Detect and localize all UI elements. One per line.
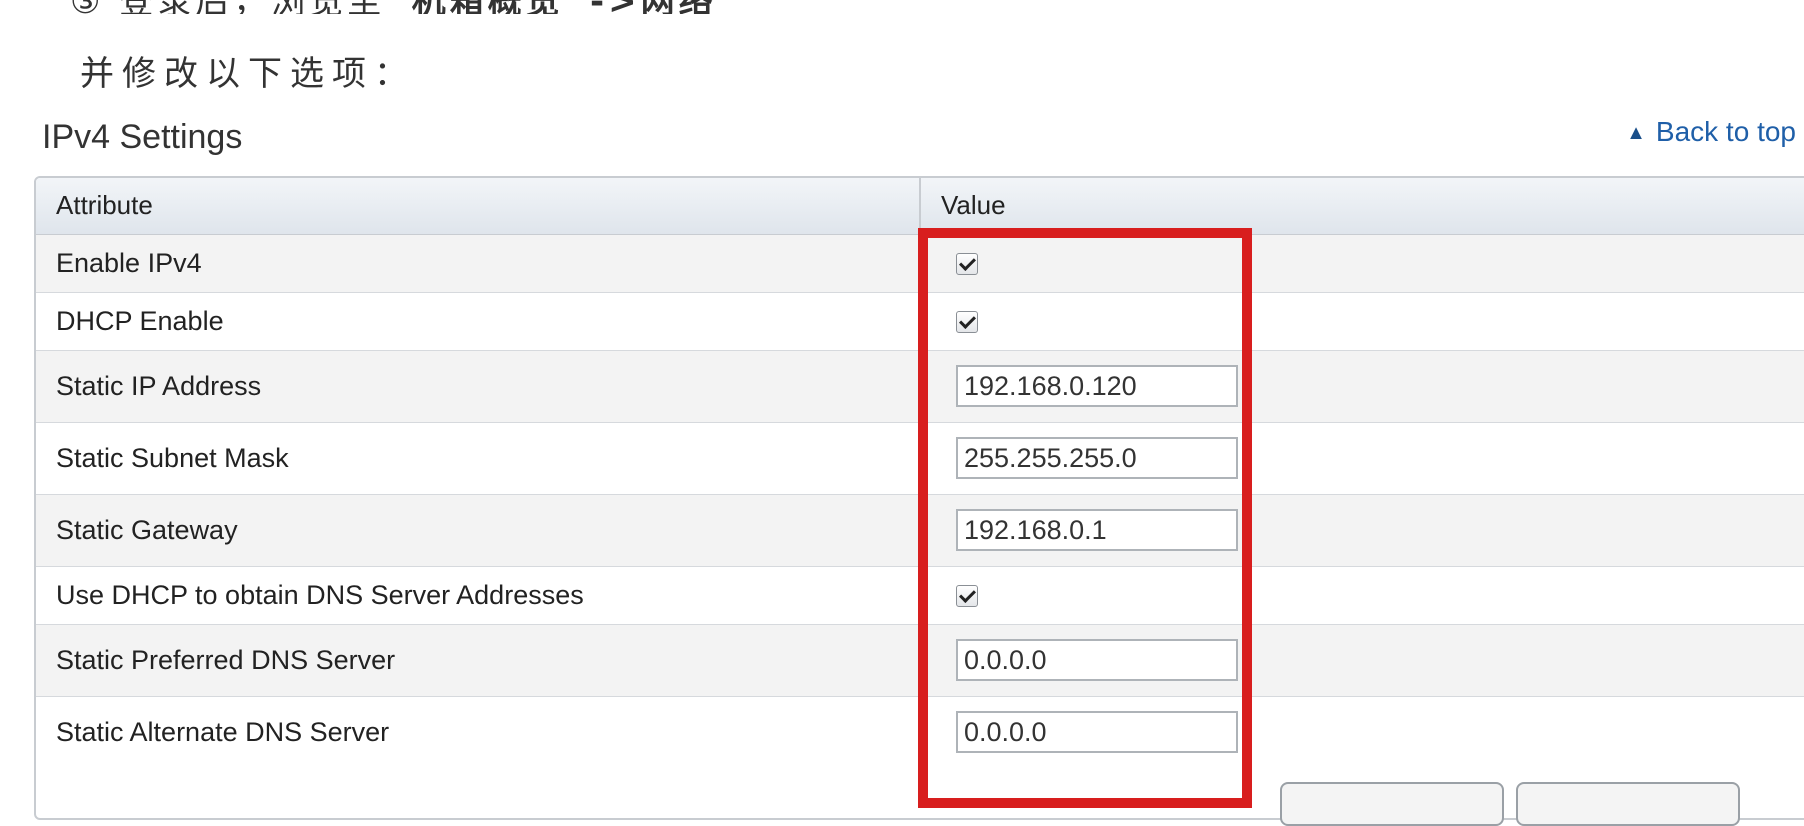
row-label: Static Alternate DNS Server	[36, 695, 920, 768]
step-heading-path: “机箱概览”->网络	[385, 0, 716, 14]
step-heading: ③ 登录后，浏览至“机箱概览”->网络	[70, 0, 717, 14]
back-to-top-label: Back to top	[1655, 116, 1796, 147]
step-heading-prefix: ③ 登录后，浏览至	[70, 0, 385, 14]
column-header-attribute: Attribute	[36, 178, 920, 235]
intro-text: 并修改以下选项：	[80, 54, 416, 94]
row-label: Static Subnet Mask	[36, 421, 920, 494]
table-row: Static Alternate DNS Server	[36, 695, 1804, 768]
row-label: Static IP Address	[36, 349, 920, 422]
back-to-top-link[interactable]: ▲ Back to top	[1626, 116, 1796, 148]
row-label: Use DHCP to obtain DNS Server Addresses	[36, 565, 920, 624]
use-dhcp-dns-checkbox[interactable]	[956, 585, 978, 608]
static-subnet-mask-input[interactable]	[956, 437, 1238, 479]
section-title: IPv4 Settings	[42, 118, 243, 156]
apply-button-stub[interactable]	[1280, 782, 1504, 826]
dhcp-enable-checkbox[interactable]	[956, 311, 978, 334]
table-row: Static Preferred DNS Server	[36, 623, 1804, 696]
row-label: Enable IPv4	[36, 233, 920, 292]
ipv4-settings-table: Attribute Value Enable IPv4 DHCP Enable …	[34, 176, 1804, 820]
row-label: DHCP Enable	[36, 291, 920, 350]
triangle-up-icon: ▲	[1626, 122, 1646, 144]
static-ip-address-input[interactable]	[956, 365, 1238, 407]
discard-button-stub[interactable]	[1516, 782, 1740, 826]
table-row: Enable IPv4	[36, 233, 1804, 292]
static-gateway-input[interactable]	[956, 509, 1238, 551]
row-label: Static Gateway	[36, 493, 920, 566]
enable-ipv4-checkbox[interactable]	[956, 253, 978, 276]
static-preferred-dns-input[interactable]	[956, 639, 1238, 681]
column-header-value: Value	[919, 178, 1804, 235]
static-alternate-dns-input[interactable]	[956, 711, 1238, 754]
row-label: Static Preferred DNS Server	[36, 623, 920, 696]
table-row: Static Gateway	[36, 493, 1804, 566]
table-row: DHCP Enable	[36, 291, 1804, 350]
table-row: Static IP Address	[36, 349, 1804, 422]
table-row: Use DHCP to obtain DNS Server Addresses	[36, 565, 1804, 624]
table-row: Static Subnet Mask	[36, 421, 1804, 494]
